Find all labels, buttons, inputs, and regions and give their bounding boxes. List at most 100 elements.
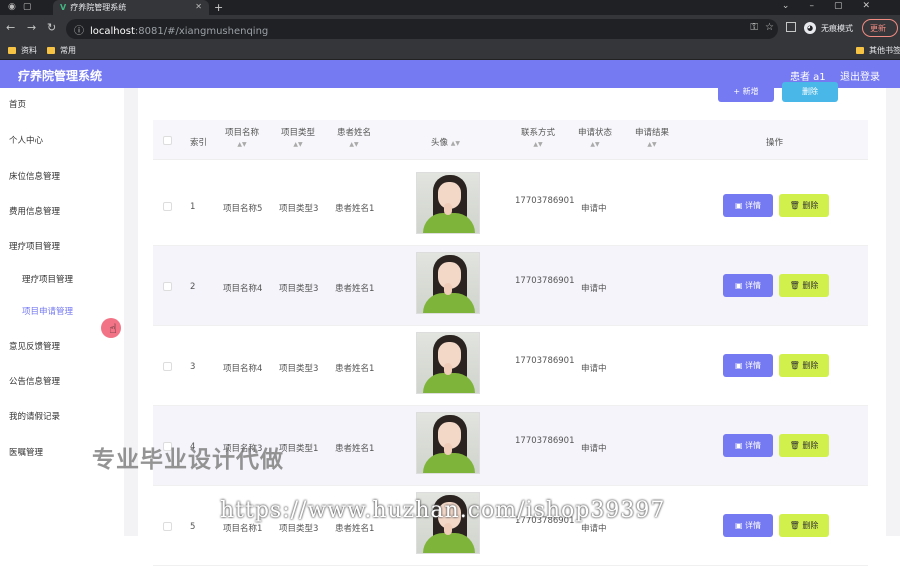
sort-icon[interactable]: ▲▼ — [635, 141, 669, 148]
browser-toolbar: ← → ↻ ⓘ localhost:8081/#/xiangmushenqing … — [0, 15, 900, 42]
logout-link[interactable]: 退出登录 — [840, 68, 880, 83]
sort-icon[interactable]: ▲▼ — [225, 141, 259, 148]
watermark-text: 专业毕业设计代做 — [92, 447, 284, 473]
column-actions: 操作 — [766, 138, 784, 148]
sort-icon[interactable]: ▲▼ — [521, 141, 555, 148]
cell-index: 1 — [190, 202, 196, 212]
browser-tab[interactable]: V 疗养院管理系统 ✕ — [53, 0, 209, 15]
cell-status: 申请中 — [581, 204, 607, 214]
cell-patient-name: 患者姓名1 — [335, 204, 375, 214]
delete-button[interactable]: 🗑 删除 — [779, 514, 829, 537]
cell-project-type: 项目类型1 — [279, 444, 319, 454]
update-button[interactable]: 更新 — [862, 19, 898, 37]
sidebar-item-leave[interactable]: 我的请假记录 — [9, 410, 60, 422]
detail-button[interactable]: ▣ 详情 — [723, 274, 773, 297]
vue-logo-icon: V — [60, 3, 67, 12]
current-user: 患者 a1 — [790, 72, 826, 83]
detail-button[interactable]: ▣ 详情 — [723, 354, 773, 377]
bookmark-folder-other[interactable]: 其他书签 — [856, 45, 900, 56]
incognito-icon: ◕ — [804, 22, 816, 34]
row-checkbox[interactable] — [163, 522, 172, 531]
column-result[interactable]: 申请结果 ▲▼ — [635, 126, 669, 148]
trash-icon: 🗑 — [789, 441, 803, 450]
url-path: :8081/#/xiangmushenqing — [134, 26, 269, 37]
cell-project-type: 项目类型3 — [279, 364, 319, 374]
sort-icon[interactable]: ▲▼ — [337, 141, 371, 148]
avatar-image — [416, 412, 480, 474]
batch-delete-button[interactable]: 删除 — [782, 82, 838, 102]
trash-icon: 🗑 — [789, 201, 803, 210]
app-title: 疗养院管理系统 — [18, 69, 103, 83]
folder-icon — [47, 47, 55, 54]
cell-patient-name: 患者姓名1 — [335, 364, 375, 374]
sort-icon[interactable]: ▲▼ — [451, 140, 460, 147]
detail-icon: ▣ — [734, 521, 746, 530]
cell-phone: 17703786901 — [515, 276, 575, 286]
bookmark-folder[interactable]: 资料 — [8, 45, 37, 56]
folder-icon — [8, 47, 16, 54]
sidebar-subitem-therapy[interactable]: 理疗项目管理 — [22, 273, 73, 285]
sidebar-item-therapy[interactable]: 理疗项目管理 — [9, 240, 60, 252]
detail-button[interactable]: ▣ 详情 — [723, 434, 773, 457]
table-row: 2 项目名称4 项目类型3 患者姓名1 17703786901 申请中 ▣ 详情… — [153, 246, 868, 326]
sidebar-item-medical-orders[interactable]: 医嘱管理 — [9, 446, 43, 458]
add-button[interactable]: + 新增 — [718, 82, 774, 102]
hand-cursor-icon: ☝ — [109, 322, 117, 337]
close-tab-icon[interactable]: ✕ — [195, 2, 202, 11]
table-row: 3 项目名称4 项目类型3 患者姓名1 17703786901 申请中 ▣ 详情… — [153, 326, 868, 406]
row-checkbox[interactable] — [163, 282, 172, 291]
sort-icon[interactable]: ▲▼ — [281, 141, 315, 148]
column-patient-name[interactable]: 患者姓名 ▲▼ — [337, 126, 371, 148]
column-project-type[interactable]: 项目类型 ▲▼ — [281, 126, 315, 148]
detail-icon: ▣ — [734, 281, 746, 290]
sidebar-item-beds[interactable]: 床位信息管理 — [9, 170, 60, 182]
detail-button[interactable]: ▣ 详情 — [723, 194, 773, 217]
column-project-name[interactable]: 项目名称 ▲▼ — [225, 126, 259, 148]
browser-tab-strip: ◉▢ V 疗养院管理系统 ✕ + ⌄–▢✕ — [0, 0, 900, 15]
cell-status: 申请中 — [581, 364, 607, 374]
column-status[interactable]: 申请状态 ▲▼ — [578, 126, 612, 148]
sidebar-item-announcements[interactable]: 公告信息管理 — [9, 375, 60, 387]
cell-project-name: 项目名称4 — [223, 364, 263, 374]
sidebar-item-fees[interactable]: 费用信息管理 — [9, 205, 60, 217]
column-index: 索引 — [190, 138, 208, 148]
delete-button[interactable]: 🗑 删除 — [779, 194, 829, 217]
star-icon[interactable]: ☆ — [765, 22, 774, 33]
column-phone[interactable]: 联系方式 ▲▼ — [521, 126, 555, 148]
sort-icon[interactable]: ▲▼ — [578, 141, 612, 148]
sidebar-subitem-applications[interactable]: 项目申请管理 — [22, 305, 73, 317]
cell-project-type: 项目类型3 — [279, 204, 319, 214]
side-panel-icon[interactable] — [786, 22, 796, 32]
cell-patient-name: 患者姓名1 — [335, 284, 375, 294]
sidebar-item-feedback[interactable]: 意见反馈管理 — [9, 340, 60, 352]
detail-button[interactable]: ▣ 详情 — [723, 514, 773, 537]
url-host: localhost — [90, 26, 135, 37]
select-all-checkbox[interactable] — [163, 136, 172, 145]
delete-button[interactable]: 🗑 删除 — [779, 274, 829, 297]
sidebar-item-profile[interactable]: 个人中心 — [9, 134, 43, 146]
cell-phone: 17703786901 — [515, 196, 575, 206]
row-checkbox[interactable] — [163, 362, 172, 371]
forward-icon[interactable]: → — [27, 21, 36, 34]
window-controls[interactable]: ⌄–▢✕ — [782, 1, 890, 11]
table-row: 1 项目名称5 项目类型3 患者姓名1 17703786901 申请中 ▣ 详情… — [153, 166, 868, 246]
watermark-url: https://www.huzhan.com/ishop39397 — [220, 498, 666, 523]
column-avatar[interactable]: 头像 ▲▼ — [431, 136, 460, 148]
avatar-image — [416, 332, 480, 394]
delete-button[interactable]: 🗑 删除 — [779, 434, 829, 457]
bookmark-folder[interactable]: 常用 — [47, 45, 76, 56]
delete-button[interactable]: 🗑 删除 — [779, 354, 829, 377]
new-tab-icon[interactable]: + — [214, 1, 223, 14]
avatar-image — [416, 252, 480, 314]
detail-icon: ▣ — [734, 201, 746, 210]
key-icon[interactable]: ⚿ — [750, 22, 758, 33]
site-info-icon[interactable]: ⓘ — [74, 26, 84, 37]
row-checkbox[interactable] — [163, 202, 172, 211]
detail-icon: ▣ — [734, 361, 746, 370]
reload-icon[interactable]: ↻ — [47, 21, 56, 34]
back-icon[interactable]: ← — [6, 21, 15, 34]
sidebar-item-home[interactable]: 首页 — [9, 98, 26, 110]
cell-project-name: 项目名称5 — [223, 204, 263, 214]
tab-strip-icons[interactable]: ◉▢ — [8, 2, 38, 12]
address-bar[interactable]: ⓘ localhost:8081/#/xiangmushenqing ⚿ ☆ — [66, 19, 778, 39]
